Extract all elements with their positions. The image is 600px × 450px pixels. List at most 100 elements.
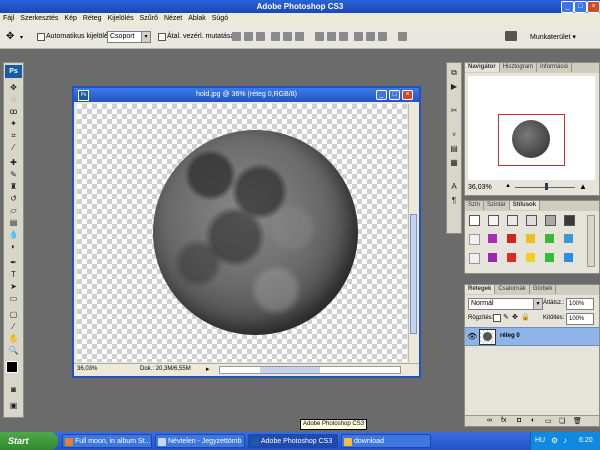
history-panel-icon[interactable]: ⧉ [449, 67, 459, 78]
move-tool-icon[interactable]: ✥ [6, 31, 14, 42]
dodge-tool-icon[interactable]: ◐ [7, 242, 20, 251]
language-indicator[interactable]: HU [535, 432, 545, 450]
style-swatch[interactable] [545, 215, 556, 226]
eyedropper-icon[interactable]: ⁄ [7, 322, 20, 331]
zoom-level[interactable]: 36,03% [77, 366, 97, 372]
notes-tool-icon[interactable]: ▢ [7, 310, 20, 319]
layer-row[interactable]: 👁 réteg 0 [465, 327, 599, 346]
doc-maximize-button[interactable]: □ [389, 90, 400, 100]
document-size[interactable]: Dok.: 20,3M/6,55M [140, 366, 191, 372]
layer-name[interactable]: réteg 0 [500, 333, 520, 339]
close-button[interactable]: × [587, 1, 600, 13]
style-swatch[interactable] [545, 234, 554, 243]
navigator-view-box[interactable] [498, 114, 565, 166]
move-tool-icon[interactable]: ✥ [7, 83, 20, 92]
navigator-zoom[interactable]: 36,03% [468, 184, 492, 191]
taskbar-item[interactable]: download [341, 434, 431, 448]
distribute-hcenter-icon[interactable] [366, 32, 375, 41]
menu-layer[interactable]: Réteg [80, 13, 105, 22]
delete-layer-icon[interactable]: 🗑 [573, 417, 582, 425]
zoom-in-icon[interactable]: ▲ [579, 182, 587, 191]
new-group-icon[interactable]: ▭ [545, 417, 552, 425]
maximize-button[interactable]: □ [574, 1, 587, 13]
h-scrollbar-thumb[interactable] [260, 367, 320, 373]
lasso-tool-icon[interactable]: ꝏ [7, 107, 20, 116]
eye-visibility-icon[interactable]: 👁 [467, 332, 477, 341]
menu-view[interactable]: Nézet [161, 13, 185, 22]
tab-color[interactable]: Szín [465, 201, 485, 210]
pen-tool-icon[interactable]: ✒ [7, 258, 20, 267]
style-swatch[interactable] [488, 253, 497, 262]
brushes-panel-icon[interactable]: ♆ [449, 129, 459, 140]
taskbar-item[interactable]: Full moon, in album St... [62, 434, 152, 448]
style-swatch[interactable] [564, 253, 573, 262]
taskbar-item[interactable]: Adobe Photoshop CS3 [248, 434, 338, 448]
character-panel-icon[interactable]: A [449, 181, 459, 192]
show-transform-checkbox[interactable] [158, 33, 166, 41]
gradient-tool-icon[interactable]: ▤ [7, 218, 20, 227]
distribute-left-icon[interactable] [354, 32, 363, 41]
tool-presets-icon[interactable]: ✂ [449, 105, 459, 116]
auto-align-icon[interactable] [398, 32, 407, 41]
lock-paint-icon[interactable]: ✎ [503, 313, 509, 321]
style-swatch[interactable] [469, 234, 480, 245]
fill-field[interactable]: 100% [566, 313, 594, 325]
tab-navigator[interactable]: Navigátor [465, 63, 500, 72]
layer-style-icon[interactable]: fx [501, 417, 506, 424]
crop-tool-icon[interactable]: ⌗ [7, 131, 20, 140]
style-swatch[interactable] [507, 215, 518, 226]
lock-transparency-icon[interactable] [493, 314, 501, 322]
healing-brush-icon[interactable]: ✚ [7, 158, 20, 167]
distribute-top-icon[interactable] [315, 32, 324, 41]
slice-tool-icon[interactable]: ⁄ [7, 143, 20, 152]
link-layers-icon[interactable]: ∞ [487, 417, 492, 424]
lock-position-icon[interactable]: ✥ [512, 313, 518, 321]
volume-icon[interactable]: ♪ [563, 432, 567, 450]
new-layer-icon[interactable]: ❏ [559, 417, 565, 425]
menu-select[interactable]: Kijelölés [105, 13, 137, 22]
vertical-scrollbar[interactable] [408, 104, 418, 362]
marquee-tool-icon[interactable]: ◌ [7, 95, 20, 104]
type-tool-icon[interactable]: T [7, 270, 20, 279]
quick-mask-icon[interactable]: ◙ [7, 385, 20, 394]
align-bottom-icon[interactable] [256, 32, 265, 41]
align-right-icon[interactable] [295, 32, 304, 41]
layer-comps-icon[interactable]: ▦ [449, 157, 459, 168]
doc-minimize-button[interactable]: _ [376, 90, 387, 100]
style-swatch[interactable] [545, 253, 554, 262]
tab-histogram[interactable]: Hisztogram [500, 63, 538, 72]
menu-file[interactable]: Fájl [0, 13, 17, 22]
lock-all-icon[interactable]: 🔒 [521, 313, 530, 321]
horizontal-scrollbar[interactable] [219, 366, 401, 374]
align-vcenter-icon[interactable] [244, 32, 253, 41]
menu-filter[interactable]: Szűrő [137, 13, 161, 22]
tab-info[interactable]: Információ [537, 63, 573, 72]
style-swatch[interactable] [564, 215, 575, 226]
style-swatch[interactable] [469, 215, 480, 226]
auto-select-dropdown[interactable]: Csoport ▾ [107, 31, 151, 43]
menu-image[interactable]: Kép [61, 13, 79, 22]
adjustment-layer-icon[interactable]: ◐ [531, 417, 535, 424]
tab-layers[interactable]: Rétegek [465, 285, 496, 294]
navigator-slider-handle[interactable] [545, 183, 548, 190]
style-swatch[interactable] [526, 234, 535, 243]
menu-window[interactable]: Ablak [185, 13, 209, 22]
styles-scrollbar[interactable] [587, 215, 595, 267]
zoom-out-icon[interactable]: ▲ [505, 183, 511, 189]
align-top-icon[interactable] [232, 32, 241, 41]
brush-tool-icon[interactable]: ✎ [7, 170, 20, 179]
opacity-field[interactable]: 100% [566, 298, 594, 310]
tab-styles[interactable]: Stílusok [509, 201, 541, 210]
shape-tool-icon[interactable]: ▭ [7, 294, 20, 303]
auto-select-checkbox[interactable] [37, 33, 45, 41]
workspace-button[interactable]: Munkaterület ▾ [530, 33, 576, 41]
distribute-bottom-icon[interactable] [339, 32, 348, 41]
blend-mode-select[interactable]: Normál ▾ [468, 298, 543, 310]
clone-source-icon[interactable]: ▤ [449, 143, 459, 154]
zoom-tool-icon[interactable]: 🔍 [7, 346, 20, 355]
clone-stamp-icon[interactable]: ♜ [7, 182, 20, 191]
style-swatch[interactable] [507, 234, 516, 243]
history-brush-icon[interactable]: ↺ [7, 194, 20, 203]
add-mask-icon[interactable]: ◘ [517, 417, 521, 424]
style-swatch[interactable] [488, 215, 499, 226]
